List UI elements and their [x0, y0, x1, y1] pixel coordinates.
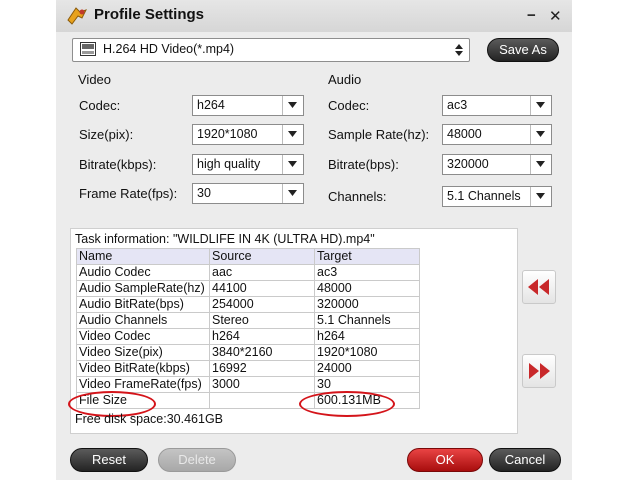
- preset-value: H.264 HD Video(*.mp4): [103, 42, 235, 56]
- reset-button[interactable]: Reset: [70, 448, 148, 472]
- dropdown-arrow-icon: [282, 184, 303, 203]
- video-size-select[interactable]: 1920*1080: [192, 124, 304, 145]
- cell-target: 320000: [314, 296, 420, 313]
- cell-source: 16992: [209, 360, 315, 377]
- cell-name: Audio SampleRate(hz): [76, 280, 210, 297]
- video-codec-select[interactable]: h264: [192, 95, 304, 116]
- save-as-button[interactable]: Save As: [487, 38, 559, 62]
- cell-source: 254000: [209, 296, 315, 313]
- cell-source: Stereo: [209, 312, 315, 329]
- task-info-title: Task information: "WILDLIFE IN 4K (ULTRA…: [75, 232, 375, 246]
- audio-samplerate-select[interactable]: 48000: [442, 124, 552, 145]
- free-disk-space: Free disk space:30.461GB: [75, 412, 223, 426]
- audio-bitrate-label: Bitrate(bps):: [328, 157, 399, 172]
- video-codec-label: Codec:: [79, 98, 121, 113]
- cell-name: Video BitRate(kbps): [76, 360, 210, 377]
- cell-source: 3840*2160: [209, 344, 315, 361]
- audio-bitrate-select[interactable]: 320000: [442, 154, 552, 175]
- audio-codec-value: ac3: [447, 98, 468, 112]
- video-framerate-value: 30: [197, 186, 211, 200]
- cell-target: 5.1 Channels: [314, 312, 420, 329]
- audio-codec-label: Codec:: [328, 98, 370, 113]
- audio-samplerate-value: 48000: [447, 127, 482, 141]
- dropdown-arrow-icon: [530, 125, 551, 144]
- comparison-table: Name Source Target Audio Codec aac ac3 A…: [76, 248, 420, 409]
- cell-target: 48000: [314, 280, 420, 297]
- video-bitrate-label: Bitrate(kbps):: [79, 157, 157, 172]
- cell-name: Audio BitRate(bps): [76, 296, 210, 313]
- logo-icon: [67, 7, 87, 25]
- file-size-value-highlight-ellipse: [299, 391, 395, 417]
- cell-source: h264: [209, 328, 315, 345]
- cell-target: 1920*1080: [314, 344, 420, 361]
- video-heading: Video: [78, 72, 112, 87]
- table-row: Audio BitRate(bps) 254000 320000: [76, 296, 420, 313]
- audio-bitrate-value: 320000: [447, 157, 489, 171]
- close-icon[interactable]: ✕: [549, 7, 562, 25]
- dropdown-arrow-icon: [282, 96, 303, 115]
- table-row: Audio SampleRate(hz) 44100 48000: [76, 280, 420, 297]
- cell-target: h264: [314, 328, 420, 345]
- table-row: Video Codec h264 h264: [76, 328, 420, 345]
- window-title: Profile Settings: [94, 6, 205, 23]
- delete-button[interactable]: Delete: [158, 448, 236, 472]
- rewind-icon: [528, 279, 549, 295]
- table-row: Video FrameRate(fps) 3000 30: [76, 376, 420, 393]
- audio-samplerate-label: Sample Rate(hz):: [328, 127, 430, 142]
- column-header: Target: [314, 248, 420, 265]
- minimize-icon[interactable]: −: [527, 7, 536, 24]
- cell-name: Audio Channels: [76, 312, 210, 329]
- cell-source: 44100: [209, 280, 315, 297]
- cell-source: 3000: [209, 376, 315, 393]
- video-framerate-label: Frame Rate(fps):: [79, 186, 178, 201]
- audio-codec-select[interactable]: ac3: [442, 95, 552, 116]
- cell-target: 30: [314, 376, 420, 393]
- video-bitrate-value: high quality: [197, 157, 261, 171]
- cell-target: 24000: [314, 360, 420, 377]
- video-size-label: Size(pix):: [79, 127, 134, 142]
- table-row: Audio Codec aac ac3: [76, 264, 420, 281]
- cell-name: Video Size(pix): [76, 344, 210, 361]
- dropdown-arrow-icon: [530, 155, 551, 174]
- video-format-icon: [80, 42, 96, 56]
- video-bitrate-select[interactable]: high quality: [192, 154, 304, 175]
- video-framerate-select[interactable]: 30: [192, 183, 304, 204]
- dropdown-arrow-icon: [530, 187, 551, 206]
- audio-channels-label: Channels:: [328, 189, 387, 204]
- cell-source: aac: [209, 264, 315, 281]
- fast-forward-icon: [529, 363, 550, 379]
- video-size-value: 1920*1080: [197, 127, 258, 141]
- column-header: Source: [209, 248, 315, 265]
- audio-channels-value: 5.1 Channels: [447, 189, 521, 203]
- table-row: Video Size(pix) 3840*2160 1920*1080: [76, 344, 420, 361]
- video-codec-value: h264: [197, 98, 225, 112]
- preset-select[interactable]: H.264 HD Video(*.mp4): [72, 38, 470, 62]
- dropdown-arrow-icon: [282, 125, 303, 144]
- table-header-row: Name Source Target: [76, 248, 420, 265]
- audio-heading: Audio: [328, 72, 362, 87]
- rewind-button[interactable]: [522, 270, 556, 304]
- cancel-button[interactable]: Cancel: [489, 448, 561, 472]
- cell-target: ac3: [314, 264, 420, 281]
- cell-name: Video FrameRate(fps): [76, 376, 210, 393]
- table-row: Video BitRate(kbps) 16992 24000: [76, 360, 420, 377]
- dropdown-arrow-icon: [282, 155, 303, 174]
- audio-channels-select[interactable]: 5.1 Channels: [442, 186, 552, 207]
- spinner-arrows-icon: [455, 44, 463, 56]
- dropdown-arrow-icon: [530, 96, 551, 115]
- cell-name: Audio Codec: [76, 264, 210, 281]
- column-header: Name: [76, 248, 210, 265]
- fast-forward-button[interactable]: [522, 354, 556, 388]
- cell-name: Video Codec: [76, 328, 210, 345]
- ok-button[interactable]: OK: [407, 448, 483, 472]
- table-row: Audio Channels Stereo 5.1 Channels: [76, 312, 420, 329]
